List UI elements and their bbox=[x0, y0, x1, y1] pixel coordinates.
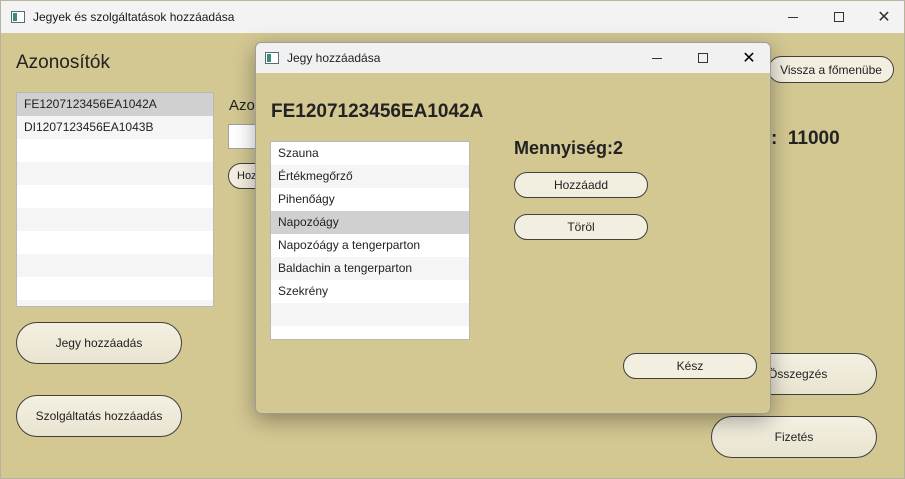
id-list-item[interactable]: DI1207123456EA1043B bbox=[17, 116, 213, 139]
service-list-item[interactable]: Szauna bbox=[271, 142, 469, 165]
close-icon: ✕ bbox=[742, 48, 756, 67]
id-list-item[interactable] bbox=[17, 231, 213, 254]
close-icon: ✕ bbox=[877, 7, 891, 26]
maximize-button[interactable] bbox=[816, 1, 862, 33]
done-button[interactable]: Kész bbox=[623, 353, 757, 379]
service-list-item[interactable]: Pihenőágy bbox=[271, 188, 469, 211]
service-list-item[interactable]: Napozóágy a tengerparton bbox=[271, 234, 469, 257]
remove-service-item-button[interactable]: Töröl bbox=[514, 214, 648, 240]
id-field-label: Azo bbox=[229, 97, 255, 114]
close-button[interactable]: ✕ bbox=[861, 1, 905, 33]
id-list-item[interactable]: FE1207123456EA1042A bbox=[17, 93, 213, 116]
total-amount: : 11000 bbox=[771, 128, 840, 149]
id-list-item[interactable] bbox=[17, 277, 213, 300]
service-list-item[interactable] bbox=[271, 326, 469, 339]
quantity-label: Mennyiség:2 bbox=[514, 138, 624, 158]
add-ticket-button[interactable]: Jegy hozzáadás bbox=[16, 322, 182, 364]
main-window-title: Jegyek és szolgáltatások hozzáadása bbox=[33, 10, 235, 24]
main-window: Jegyek és szolgáltatások hozzáadása ✕ Az… bbox=[0, 0, 905, 479]
id-list[interactable]: FE1207123456EA1042A DI1207123456EA1043B bbox=[16, 92, 214, 307]
add-service-button[interactable]: Szolgáltatás hozzáadás bbox=[16, 395, 182, 437]
ids-heading: Azonosítók bbox=[16, 52, 110, 73]
minimize-icon bbox=[652, 57, 662, 59]
app-icon bbox=[11, 11, 25, 23]
main-titlebar: Jegyek és szolgáltatások hozzáadása ✕ bbox=[1, 1, 904, 33]
maximize-icon bbox=[698, 53, 708, 63]
service-list-item[interactable]: Napozóágy bbox=[271, 211, 469, 234]
add-service-item-button[interactable]: Hozzáadd bbox=[514, 172, 648, 198]
service-list-item[interactable]: Szekrény bbox=[271, 280, 469, 303]
minimize-icon bbox=[788, 16, 798, 18]
id-list-item[interactable] bbox=[17, 162, 213, 185]
minimize-button[interactable] bbox=[770, 1, 816, 33]
dialog-minimize-button[interactable] bbox=[634, 43, 680, 73]
back-to-main-menu-button[interactable]: Vissza a főmenübe bbox=[768, 56, 894, 83]
dialog-titlebar: Jegy hozzáadása ✕ bbox=[256, 43, 770, 73]
service-list-item[interactable]: Baldachin a tengerparton bbox=[271, 257, 469, 280]
id-list-item[interactable] bbox=[17, 185, 213, 208]
pay-button[interactable]: Fizetés bbox=[711, 416, 877, 458]
service-list-item[interactable]: Értékmegőrző bbox=[271, 165, 469, 188]
id-list-item[interactable] bbox=[17, 254, 213, 277]
id-list-item[interactable] bbox=[17, 139, 213, 162]
service-list[interactable]: Szauna Értékmegőrző Pihenőágy Napozóágy Napo… bbox=[270, 141, 470, 340]
dialog-title: Jegy hozzáadása bbox=[287, 51, 381, 65]
dialog-ticket-id: FE1207123456EA1042A bbox=[271, 101, 484, 122]
dialog-maximize-button[interactable] bbox=[680, 43, 726, 73]
id-list-item[interactable] bbox=[17, 300, 213, 306]
dialog-close-button[interactable]: ✕ bbox=[726, 43, 770, 73]
dialog-app-icon bbox=[265, 52, 279, 64]
add-ticket-dialog: Jegy hozzáadása ✕ FE1207123456EA1042A Sz… bbox=[255, 42, 771, 414]
maximize-icon bbox=[834, 12, 844, 22]
service-list-item[interactable] bbox=[271, 303, 469, 326]
id-list-item[interactable] bbox=[17, 208, 213, 231]
